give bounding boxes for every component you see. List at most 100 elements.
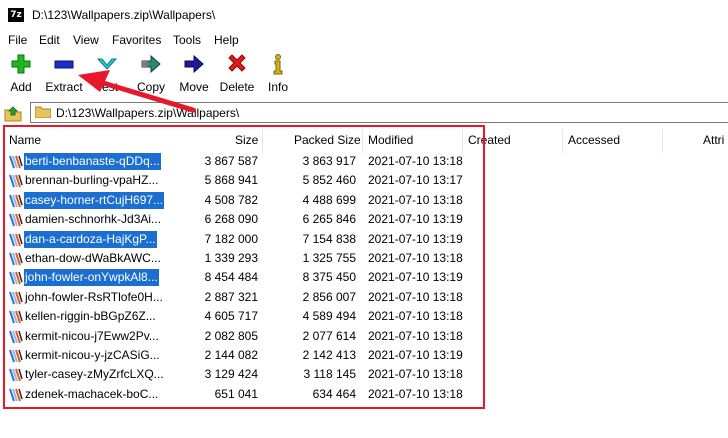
image-file-icon [9, 330, 23, 343]
file-packed-size: 634 464 [312, 386, 356, 401]
file-size: 4 605 717 [204, 309, 258, 324]
toolbar: Add Extract Test Copy Move Delete Info [0, 50, 728, 98]
folder-up-icon[interactable] [4, 104, 22, 122]
file-packed-size: 2 077 614 [302, 328, 356, 343]
file-packed-size: 8 375 450 [302, 270, 356, 285]
table-row[interactable]: john-fowler-RsRTlofe0H... 2 887 321 2 856 … [0, 288, 728, 307]
file-name: john-fowler-RsRTlofe0H... [25, 289, 163, 304]
address-input[interactable]: D:\123\Wallpapers.zip\Wallpapers\ [30, 102, 728, 123]
extract-label: Extract [45, 80, 83, 94]
image-file-icon [9, 310, 23, 324]
folder-icon [35, 106, 51, 118]
info-button[interactable]: Info [264, 53, 292, 94]
menu-favorites[interactable]: Favorites [112, 33, 161, 47]
image-file-icon [9, 272, 23, 285]
file-name: dan-a-cardoza-HajKgP... [24, 230, 157, 248]
copy-label: Copy [136, 80, 165, 94]
file-modified: 2021-07-10 13:18 [368, 328, 463, 343]
file-packed-size: 2 856 007 [302, 289, 356, 304]
column-header-attributes[interactable]: Attri [703, 133, 724, 147]
copy-button[interactable]: Copy [134, 53, 168, 94]
file-name: ethan-dow-dWaBkAWC... [25, 251, 161, 265]
plus-icon [11, 54, 31, 74]
file-size: 4 508 782 [204, 192, 258, 207]
move-button[interactable]: Move [176, 53, 212, 94]
table-row[interactable]: brennan-burling-vpaHZ... 5 868 941 5 852 4… [0, 171, 728, 190]
column-divider[interactable] [562, 129, 563, 153]
file-packed-size: 3 118 145 [303, 367, 357, 382]
file-modified: 2021-07-10 13:18 [368, 289, 463, 304]
file-size: 651 041 [214, 386, 258, 401]
menu-tools[interactable]: Tools [173, 33, 201, 47]
delete-label: Delete [219, 80, 255, 94]
move-label: Move [179, 80, 209, 94]
file-name: kermit-nicou-y-jzCASiG... [25, 348, 160, 362]
file-packed-size: 6 265 846 [302, 212, 356, 227]
file-name: damien-schnorhk-Jd3Ai... [25, 212, 162, 227]
minus-icon [54, 60, 74, 69]
add-button[interactable]: Add [6, 53, 36, 94]
file-packed-size: 4 488 699 [302, 192, 356, 207]
table-row[interactable]: dan-a-cardoza-HajKgP... 7 182 000 7 154 83… [0, 230, 728, 249]
file-size: 3 867 587 [204, 154, 258, 168]
menu-help[interactable]: Help [214, 33, 239, 47]
column-divider[interactable] [462, 129, 463, 153]
column-header-modified[interactable]: Modified [368, 133, 413, 147]
file-name: casey-horner-rtCujH697... [24, 191, 165, 209]
menu-file[interactable]: File [8, 33, 27, 47]
file-packed-size: 5 852 460 [302, 173, 356, 188]
table-row[interactable]: casey-horner-rtCujH697... 4 508 782 4 488 … [0, 191, 728, 210]
file-size: 2 144 082 [204, 348, 258, 362]
file-name: kellen-riggin-bBGpZ6Z... [25, 309, 156, 324]
column-header-name[interactable]: Name [9, 133, 41, 147]
check-icon [96, 58, 118, 70]
file-modified: 2021-07-10 13:18 [368, 251, 463, 265]
menu-edit[interactable]: Edit [39, 33, 60, 47]
file-name: tyler-casey-zMyZrfcLXQ... [25, 367, 164, 382]
x-icon [228, 54, 246, 72]
file-size: 6 268 090 [204, 212, 258, 227]
app-7z-icon: 7z [8, 8, 24, 22]
column-header-created[interactable]: Created [468, 133, 511, 147]
title-bar: 7z D:\123\Wallpapers.zip\Wallpapers\ [0, 0, 728, 30]
file-modified: 2021-07-10 13:18 [368, 192, 463, 207]
add-label: Add [10, 80, 32, 94]
extract-button[interactable]: Extract [44, 53, 84, 94]
file-modified: 2021-07-10 13:18 [368, 154, 463, 168]
file-size: 7 182 000 [204, 231, 258, 246]
file-size: 1 339 293 [204, 251, 258, 265]
file-modified: 2021-07-10 13:18 [368, 386, 463, 401]
file-packed-size: 3 863 917 [302, 154, 356, 168]
column-header-size[interactable]: Size [235, 133, 258, 147]
file-modified: 2021-07-10 13:19 [368, 212, 463, 227]
table-row[interactable]: zdenek-machacek-boC... 651 041 634 464 2021… [0, 385, 728, 404]
table-row[interactable]: kellen-riggin-bBGpZ6Z... 4 605 717 4 589 4… [0, 307, 728, 326]
delete-button[interactable]: Delete [218, 53, 256, 94]
column-divider[interactable] [662, 129, 663, 153]
column-header-accessed[interactable]: Accessed [568, 133, 620, 147]
file-modified: 2021-07-10 13:19 [368, 348, 463, 362]
test-button[interactable]: Test [90, 53, 124, 94]
image-file-icon [9, 252, 23, 266]
table-row[interactable]: kermit-nicou-j7Eww2Pv... 2 082 805 2 077 6… [0, 327, 728, 346]
table-row[interactable]: kermit-nicou-y-jzCASiG... 2 144 082 2 142 … [0, 346, 728, 365]
file-modified: 2021-07-10 13:19 [368, 270, 463, 285]
column-divider[interactable] [262, 129, 263, 153]
menu-view[interactable]: View [73, 33, 99, 47]
image-file-icon [9, 233, 23, 246]
table-row[interactable]: berti-benbanaste-qDDq... 3 867 587 3 863 9… [0, 152, 728, 171]
table-row[interactable]: tyler-casey-zMyZrfcLXQ... 3 129 424 3 118 … [0, 365, 728, 384]
move-arrow-icon [184, 54, 204, 74]
image-file-icon [9, 175, 23, 188]
file-modified: 2021-07-10 13:17 [368, 173, 463, 188]
column-divider[interactable] [362, 129, 363, 153]
file-modified: 2021-07-10 13:19 [368, 231, 463, 246]
file-name: zdenek-machacek-boC... [25, 386, 159, 401]
table-row[interactable]: damien-schnorhk-Jd3Ai... 6 268 090 6 265 8… [0, 210, 728, 229]
image-file-icon [9, 369, 23, 382]
file-name: john-fowler-onYwpkAl8... [24, 269, 159, 287]
column-header-packed[interactable]: Packed Size [294, 133, 361, 147]
address-bar: D:\123\Wallpapers.zip\Wallpapers\ [0, 102, 728, 124]
table-row[interactable]: john-fowler-onYwpkAl8... 8 454 484 8 375 4… [0, 268, 728, 287]
table-row[interactable]: ethan-dow-dWaBkAWC... 1 339 293 1 325 755 2… [0, 249, 728, 268]
